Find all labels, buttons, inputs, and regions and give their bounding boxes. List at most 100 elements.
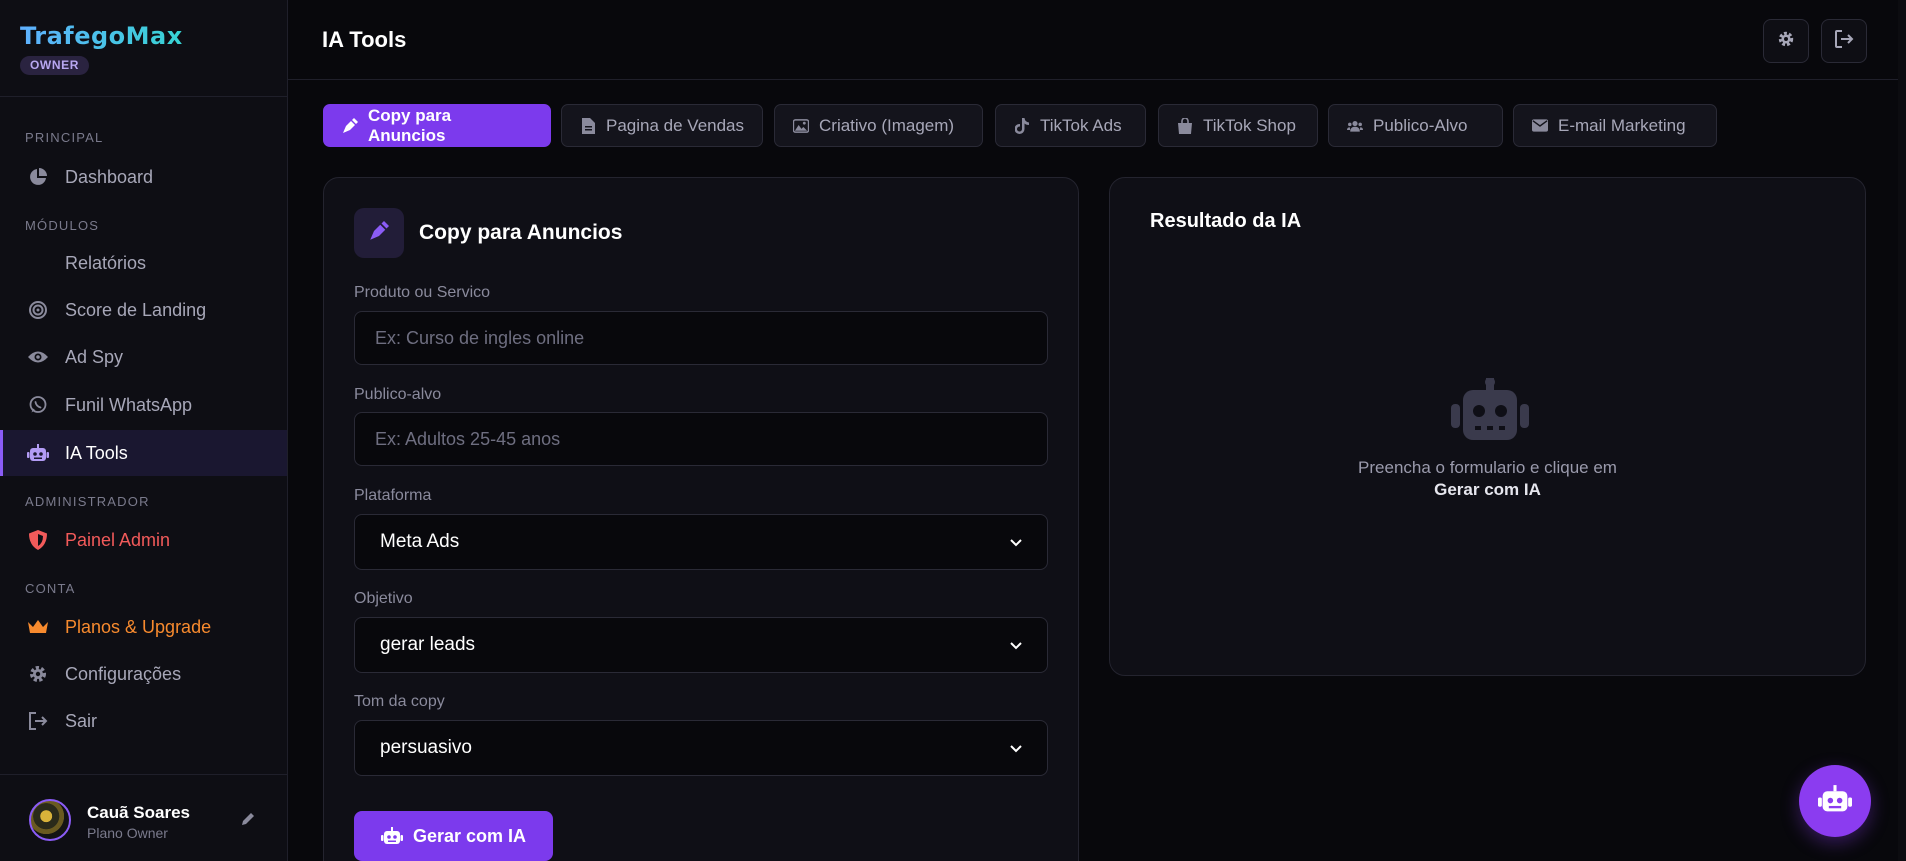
result-card: Resultado da IA Preencha o formulario e … <box>1109 177 1866 676</box>
section-label-administrador: ADMINISTRADOR <box>25 494 150 509</box>
gerar-com-ia-button[interactable]: Gerar com IA <box>354 811 553 861</box>
tab-criativo-imagem[interactable]: Criativo (Imagem) <box>774 104 983 147</box>
envelope-icon <box>1532 118 1548 134</box>
tab-label: Pagina de Vendas <box>606 115 745 135</box>
tab-tiktok-ads[interactable]: TikTok Ads <box>995 104 1146 147</box>
tom-select[interactable]: persuasivo <box>354 720 1048 776</box>
sidebar-item-label: Funil WhatsApp <box>65 394 193 415</box>
tab-copy-anuncios[interactable]: Copy para Anuncios <box>323 104 551 147</box>
pen-nib-icon <box>369 220 389 246</box>
target-icon <box>27 299 49 321</box>
result-empty-strong: Gerar com IA <box>1434 480 1541 499</box>
section-label-modulos: MÓDULOS <box>25 218 100 233</box>
sidebar-item-funil-whatsapp[interactable]: Funil WhatsApp <box>0 382 287 428</box>
crown-icon <box>27 616 49 638</box>
user-plan: Plano Owner <box>87 825 168 841</box>
plataforma-select[interactable]: Meta Ads <box>354 514 1048 570</box>
tom-label: Tom da copy <box>354 693 445 710</box>
tab-label: TikTok Shop <box>1203 115 1296 135</box>
sidebar-item-ad-spy[interactable]: Ad Spy <box>0 334 287 380</box>
whatsapp-icon <box>27 394 49 416</box>
plataforma-value: Meta Ads <box>380 531 460 552</box>
sidebar-item-label: Relatórios <box>65 252 147 273</box>
sidebar-item-label: Sair <box>65 710 98 731</box>
robot-icon <box>1451 377 1529 440</box>
eye-icon <box>27 346 49 368</box>
sidebar-item-label: IA Tools <box>65 442 128 463</box>
tab-label: Publico-Alvo <box>1373 115 1468 135</box>
robot-icon <box>27 442 49 464</box>
gear-icon <box>1777 30 1795 53</box>
pencil-icon <box>240 813 256 831</box>
publico-input[interactable] <box>354 412 1048 466</box>
produto-label: Produto ou Servico <box>354 284 491 301</box>
objetivo-value: gerar leads <box>380 634 476 655</box>
shopping-bag-icon <box>1177 117 1193 134</box>
sidebar-item-label: Ad Spy <box>65 346 124 367</box>
result-empty-text: Preencha o formulario e clique em <box>1358 458 1617 477</box>
tab-pagina-vendas[interactable]: Pagina de Vendas <box>561 104 763 147</box>
result-title: Resultado da IA <box>1150 210 1302 232</box>
tab-label: E-mail Marketing <box>1558 115 1686 135</box>
app-window: TrafegoMax OWNER PRINCIPAL Dashboard MÓD… <box>0 0 1906 861</box>
robot-icon <box>1818 784 1852 818</box>
sidebar-item-sair[interactable]: Sair <box>0 698 287 744</box>
tiktok-icon <box>1014 117 1030 134</box>
sidebar-item-ia-tools[interactable]: IA Tools <box>0 430 287 476</box>
sidebar-item-planos-upgrade[interactable]: Planos & Upgrade <box>0 604 287 650</box>
chevron-down-icon <box>1010 634 1022 656</box>
settings-button[interactable] <box>1763 19 1809 63</box>
card-icon-box <box>354 208 404 258</box>
produto-input[interactable] <box>354 311 1048 365</box>
sidebar-item-painel-admin[interactable]: Painel Admin <box>0 517 287 563</box>
top-header: IA Tools <box>288 0 1906 80</box>
shield-icon <box>27 529 49 551</box>
user-profile: Cauã Soares Plano Owner <box>0 774 287 861</box>
pen-nib-icon <box>342 117 358 134</box>
chart-pie-icon <box>27 166 49 188</box>
role-badge: OWNER <box>20 56 89 75</box>
file-icon <box>580 117 596 134</box>
tab-tiktok-shop[interactable]: TikTok Shop <box>1158 104 1318 147</box>
chevron-down-icon <box>1010 531 1022 553</box>
tab-label: Copy para Anuncios <box>368 105 452 145</box>
card-title: Copy para Anuncios <box>419 221 623 244</box>
sidebar-item-label: Planos & Upgrade <box>65 616 212 637</box>
chevron-down-icon <box>1010 737 1022 759</box>
avatar[interactable] <box>29 799 71 841</box>
tab-publico-alvo[interactable]: Publico-Alvo <box>1328 104 1503 147</box>
tab-label: Criativo (Imagem) <box>819 115 955 135</box>
section-label-conta: CONTA <box>25 581 76 596</box>
objetivo-label: Objetivo <box>354 590 413 607</box>
plataforma-label: Plataforma <box>354 487 432 504</box>
sidebar-divider <box>0 96 287 97</box>
sidebar: TrafegoMax OWNER PRINCIPAL Dashboard MÓD… <box>0 0 288 861</box>
gear-icon <box>27 663 49 685</box>
brand-logo[interactable]: TrafegoMax <box>20 22 183 50</box>
sign-out-icon <box>1834 29 1854 53</box>
tab-email-marketing[interactable]: E-mail Marketing <box>1513 104 1717 147</box>
edit-profile-button[interactable] <box>240 811 258 829</box>
sidebar-item-label: Painel Admin <box>65 529 171 550</box>
button-label: Gerar com IA <box>412 825 527 846</box>
robot-icon <box>380 825 403 847</box>
sidebar-item-score-landing[interactable]: Score de Landing <box>0 287 287 333</box>
sidebar-item-configuracoes[interactable]: Configurações <box>0 651 287 697</box>
section-label-principal: PRINCIPAL <box>25 130 104 145</box>
sidebar-item-label: Configurações <box>65 663 182 684</box>
copy-form-card: Copy para Anuncios Produto ou Servico Pu… <box>323 177 1079 861</box>
users-icon <box>1347 118 1363 134</box>
sidebar-item-relatorios[interactable]: Relatórios <box>0 240 287 286</box>
sidebar-item-label: Dashboard <box>65 166 154 187</box>
sign-out-icon <box>27 710 49 732</box>
page-title: IA Tools <box>322 27 407 52</box>
logout-button[interactable] <box>1821 19 1867 63</box>
ai-assistant-fab[interactable] <box>1799 765 1871 837</box>
tom-value: persuasivo <box>380 737 472 758</box>
page-scrollbar[interactable] <box>1898 0 1906 861</box>
sidebar-item-label: Score de Landing <box>65 299 207 320</box>
tab-label: TikTok Ads <box>1040 115 1122 135</box>
objetivo-select[interactable]: gerar leads <box>354 617 1048 673</box>
image-icon <box>793 118 809 134</box>
sidebar-item-dashboard[interactable]: Dashboard <box>0 154 287 200</box>
